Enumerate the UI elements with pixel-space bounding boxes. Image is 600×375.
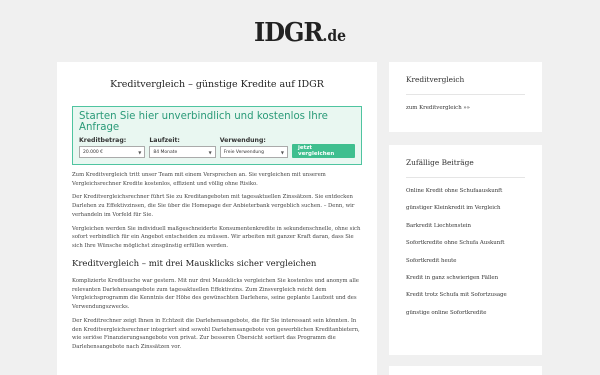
amount-select[interactable]: 20.000 € ▼ bbox=[79, 146, 146, 158]
main-content: Kreditvergleich – günstige Kredite auf I… bbox=[57, 62, 377, 375]
section-heading: Kreditvergleich – mit drei Mausklicks si… bbox=[72, 258, 317, 269]
random-post-link[interactable]: günstiger Kleinkredit im Vergleich bbox=[406, 205, 525, 211]
logo-main: IDGR bbox=[253, 15, 323, 47]
divider bbox=[406, 94, 525, 95]
widget-title: Zufällige Beiträge bbox=[406, 158, 474, 167]
sidebar-widget bbox=[389, 366, 542, 375]
term-label: Laufzeit: bbox=[149, 137, 180, 144]
site-logo[interactable]: IDGR.de bbox=[254, 15, 346, 47]
amount-label: Kreditbetrag: bbox=[79, 137, 127, 144]
random-post-link[interactable]: Kredit in ganz schwierigen Fällen bbox=[406, 275, 525, 281]
widget-title: Kreditvergleich bbox=[406, 75, 465, 84]
site-header: IDGR.de bbox=[0, 0, 600, 62]
use-select[interactable]: Freie Verwendung ▼ bbox=[219, 146, 288, 158]
term-value: 84 Monate bbox=[153, 149, 178, 155]
random-post-link[interactable]: Sofortkredit heute bbox=[406, 258, 525, 264]
term-select[interactable]: 84 Monate ▼ bbox=[149, 146, 216, 158]
chevron-down-icon: ▼ bbox=[208, 149, 212, 155]
random-post-link[interactable]: günstige online Sofortkredite bbox=[406, 310, 525, 316]
intro-paragraph: Zum Kreditvergleich tritt unser Team mit… bbox=[72, 172, 326, 187]
kreditvergleich-link[interactable]: zum Kreditvergleich »» bbox=[406, 105, 525, 111]
intro-paragraph: Vergleichen werden Sie individuell maßge… bbox=[72, 225, 361, 250]
amount-value: 20.000 € bbox=[83, 149, 104, 155]
random-post-link[interactable]: Kredit trotz Schufa mit Sofortzusage bbox=[406, 292, 525, 298]
sidebar-widget-random-posts: Zufällige Beiträge Online Kredit ohne Sc… bbox=[389, 145, 542, 355]
sidebar-widget-kreditvergleich: Kreditvergleich zum Kreditvergleich »» bbox=[389, 62, 542, 132]
loan-request-form: Starten Sie hier unverbindlich und koste… bbox=[72, 106, 362, 165]
random-post-link[interactable]: Online Kredit ohne Schufaauskunft bbox=[406, 188, 525, 194]
form-heading: Starten Sie hier unverbindlich und koste… bbox=[79, 111, 328, 133]
random-post-link[interactable]: Sofortkredite ohne Schufa Auskunft bbox=[406, 240, 525, 246]
use-value: Freie Verwendung bbox=[223, 149, 264, 155]
random-post-link[interactable]: Barkredit Liechtenstein bbox=[406, 223, 525, 229]
chevron-down-icon: ▼ bbox=[280, 149, 284, 155]
divider bbox=[406, 177, 525, 178]
compare-button[interactable]: jetzt vergleichen bbox=[291, 144, 355, 158]
chevron-down-icon: ▼ bbox=[138, 149, 142, 155]
logo-suffix: .de bbox=[322, 27, 347, 45]
page-title: Kreditvergleich – günstige Kredite auf I… bbox=[110, 79, 324, 90]
use-label: Verwendung: bbox=[219, 137, 266, 144]
section-paragraph: Der Kreditrechner zeigt Ihnen in Echtzei… bbox=[72, 317, 360, 351]
section-paragraph: Komplizierte Kreditsuche war gestern. Mi… bbox=[72, 277, 359, 311]
intro-paragraph: Der Kreditvergleichsrechner führt Sie zu… bbox=[72, 194, 355, 218]
